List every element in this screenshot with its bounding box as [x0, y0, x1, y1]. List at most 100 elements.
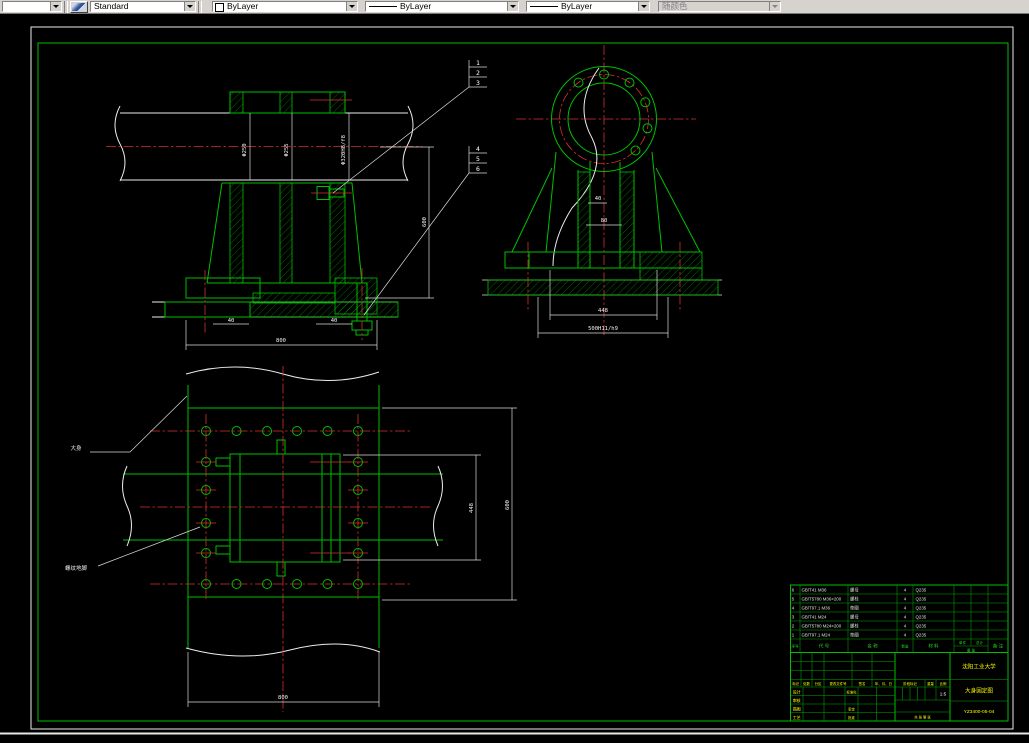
chevron-down-icon[interactable]: [346, 2, 357, 11]
color-combo[interactable]: ByLayer: [212, 1, 358, 12]
side-base: [482, 251, 722, 296]
rev-count: 处数: [803, 681, 810, 686]
text-style-combo[interactable]: Standard: [90, 1, 196, 12]
side-housing: [511, 66, 701, 269]
bom-code: GB/T97.1 M36: [802, 606, 831, 611]
text-style-icon: [72, 2, 86, 11]
dim-width: 800: [276, 338, 286, 344]
stage-mark-label: 阶段标记: [903, 681, 917, 686]
role-approve: 批准: [848, 715, 855, 720]
bom-no: 1: [792, 633, 795, 638]
sheet-note: 共 张 第 张: [914, 715, 931, 720]
lineweight-combo[interactable]: ByLayer: [526, 1, 650, 12]
dim-height: 600: [422, 217, 428, 227]
identity-cells: 沈阳工业大学 大身固定图 YZ3400-05-04: [962, 663, 996, 716]
dim-foot-left: 40: [228, 318, 235, 324]
text-style-value: Standard: [94, 2, 129, 11]
bom-no: 3: [792, 615, 795, 620]
bom-material: Q235: [916, 588, 927, 593]
university-name: 沈阳工业大学: [962, 663, 996, 671]
bom-name: 螺栓: [850, 623, 859, 630]
layer-combo[interactable]: [2, 1, 62, 12]
bom-material: Q235: [916, 615, 927, 620]
bom-material: Q235: [916, 597, 927, 602]
properties-toolbar: Standard ByLayer ByLayer ByLayer 随颜色: [0, 0, 1029, 14]
bom-header-material: 材 料: [928, 643, 939, 650]
rev-docno: 更改文件号: [830, 681, 848, 686]
shaft-outline: [114, 105, 414, 182]
bom-code: GB/T97.1 M24: [802, 633, 831, 638]
lineweight-glyph: [530, 6, 558, 7]
role-approve-check: 审定: [848, 706, 855, 711]
bom-qty: 4: [904, 624, 907, 629]
linetype-combo[interactable]: ByLayer: [365, 1, 519, 12]
role-process: 工艺: [793, 715, 801, 720]
plot-style-combo: 随颜色: [658, 1, 781, 12]
bom-name: 螺栓: [850, 596, 859, 603]
chevron-down-icon: [769, 2, 780, 11]
bom-material: Q235: [916, 606, 927, 611]
bom-qty: 4: [904, 633, 907, 638]
toolbar-separator: [64, 0, 68, 13]
bom-header-unit: 单件: [959, 640, 967, 645]
chevron-down-icon[interactable]: [507, 2, 518, 11]
bom-header-weight: 重 量: [967, 648, 976, 653]
bom-qty: 4: [904, 606, 907, 611]
bom-name: 垫圈: [850, 605, 859, 612]
bom-header-no: 序号: [792, 644, 800, 649]
bom-code: GB/T41 M36: [802, 588, 827, 593]
bom-code: GB/T41 M24: [802, 615, 827, 620]
dim-web: 80: [601, 218, 608, 224]
rev-zone: 分区: [815, 681, 822, 686]
role-check: 审核: [793, 697, 801, 703]
bom-header-code: 代 号: [819, 643, 830, 650]
title-block: 标记 处数 分区 更改文件号 签名 年、月、日 设计 审核 描图 工艺 标准化 …: [790, 652, 1008, 721]
lineweight-combo-value: ByLayer: [561, 2, 593, 11]
bom-header-remark: 备 注: [993, 643, 1004, 650]
label-body: 大身: [70, 444, 82, 452]
dim-plan-width: 800: [278, 695, 288, 701]
plan-centerlines: [140, 366, 432, 712]
color-swatch: [215, 3, 224, 12]
callout-1: 1: [476, 59, 480, 67]
plan-view: 大身 螺纹地脚 448 600 800: [65, 366, 517, 712]
linetype-glyph: [369, 6, 397, 7]
callout-group-bottom: 4 5 6: [363, 145, 487, 316]
plot-style-value: 随颜色: [662, 2, 688, 11]
bom-code: GB/T5780 M36×200: [802, 597, 842, 602]
rev-sign: 签名: [859, 681, 866, 686]
color-combo-value: ByLayer: [227, 2, 259, 11]
bom-code: GB/T5780 M24×200: [802, 624, 842, 629]
drawing-area[interactable]: Φ250 Φ255 Φ320H8/f8 600 40 40 800 1 2 3 …: [0, 14, 1029, 738]
dim-fit: Φ320H8/f8: [341, 135, 347, 165]
drawing-sheet: Φ250 Φ255 Φ320H8/f8 600 40 40 800 1 2 3 …: [0, 26, 1029, 735]
chevron-down-icon[interactable]: [638, 2, 649, 11]
text-style-button[interactable]: [70, 0, 88, 13]
drawing-number: YZ3400-05-04: [964, 709, 995, 715]
bom-header-total: 总计: [976, 640, 984, 645]
bom-qty: 4: [904, 597, 907, 602]
rev-mark: 标记: [792, 681, 799, 686]
chevron-down-icon[interactable]: [50, 2, 61, 11]
chevron-down-icon[interactable]: [184, 2, 195, 11]
dim-block: 448: [469, 503, 475, 513]
dim-flange: 600: [505, 500, 511, 510]
toolbar-separator: [198, 0, 202, 13]
dim-base-fit: 500H11/h9: [588, 326, 618, 332]
bolt-holes: [201, 426, 363, 589]
bracket-base: [152, 277, 399, 336]
scale-label: 比例: [940, 681, 947, 686]
dim-foot-right: 40: [331, 318, 338, 324]
bracket-housing: [206, 91, 363, 284]
callout-3: 3: [476, 79, 480, 87]
bom-qty: 4: [904, 588, 907, 593]
role-trace: 描图: [793, 705, 801, 711]
callout-group-top: 1 2 3: [332, 59, 487, 194]
drawing-title: 大身固定图: [965, 687, 993, 695]
bom-header-qty: 数量: [901, 644, 909, 649]
plan-leaders: 大身 螺纹地脚: [65, 395, 201, 572]
bom-name: 螺母: [850, 614, 859, 621]
role-standard: 标准化: [846, 689, 857, 694]
side-view: 40 80 448 500H11/h9: [482, 45, 722, 338]
rev-date: 年、月、日: [875, 681, 892, 686]
